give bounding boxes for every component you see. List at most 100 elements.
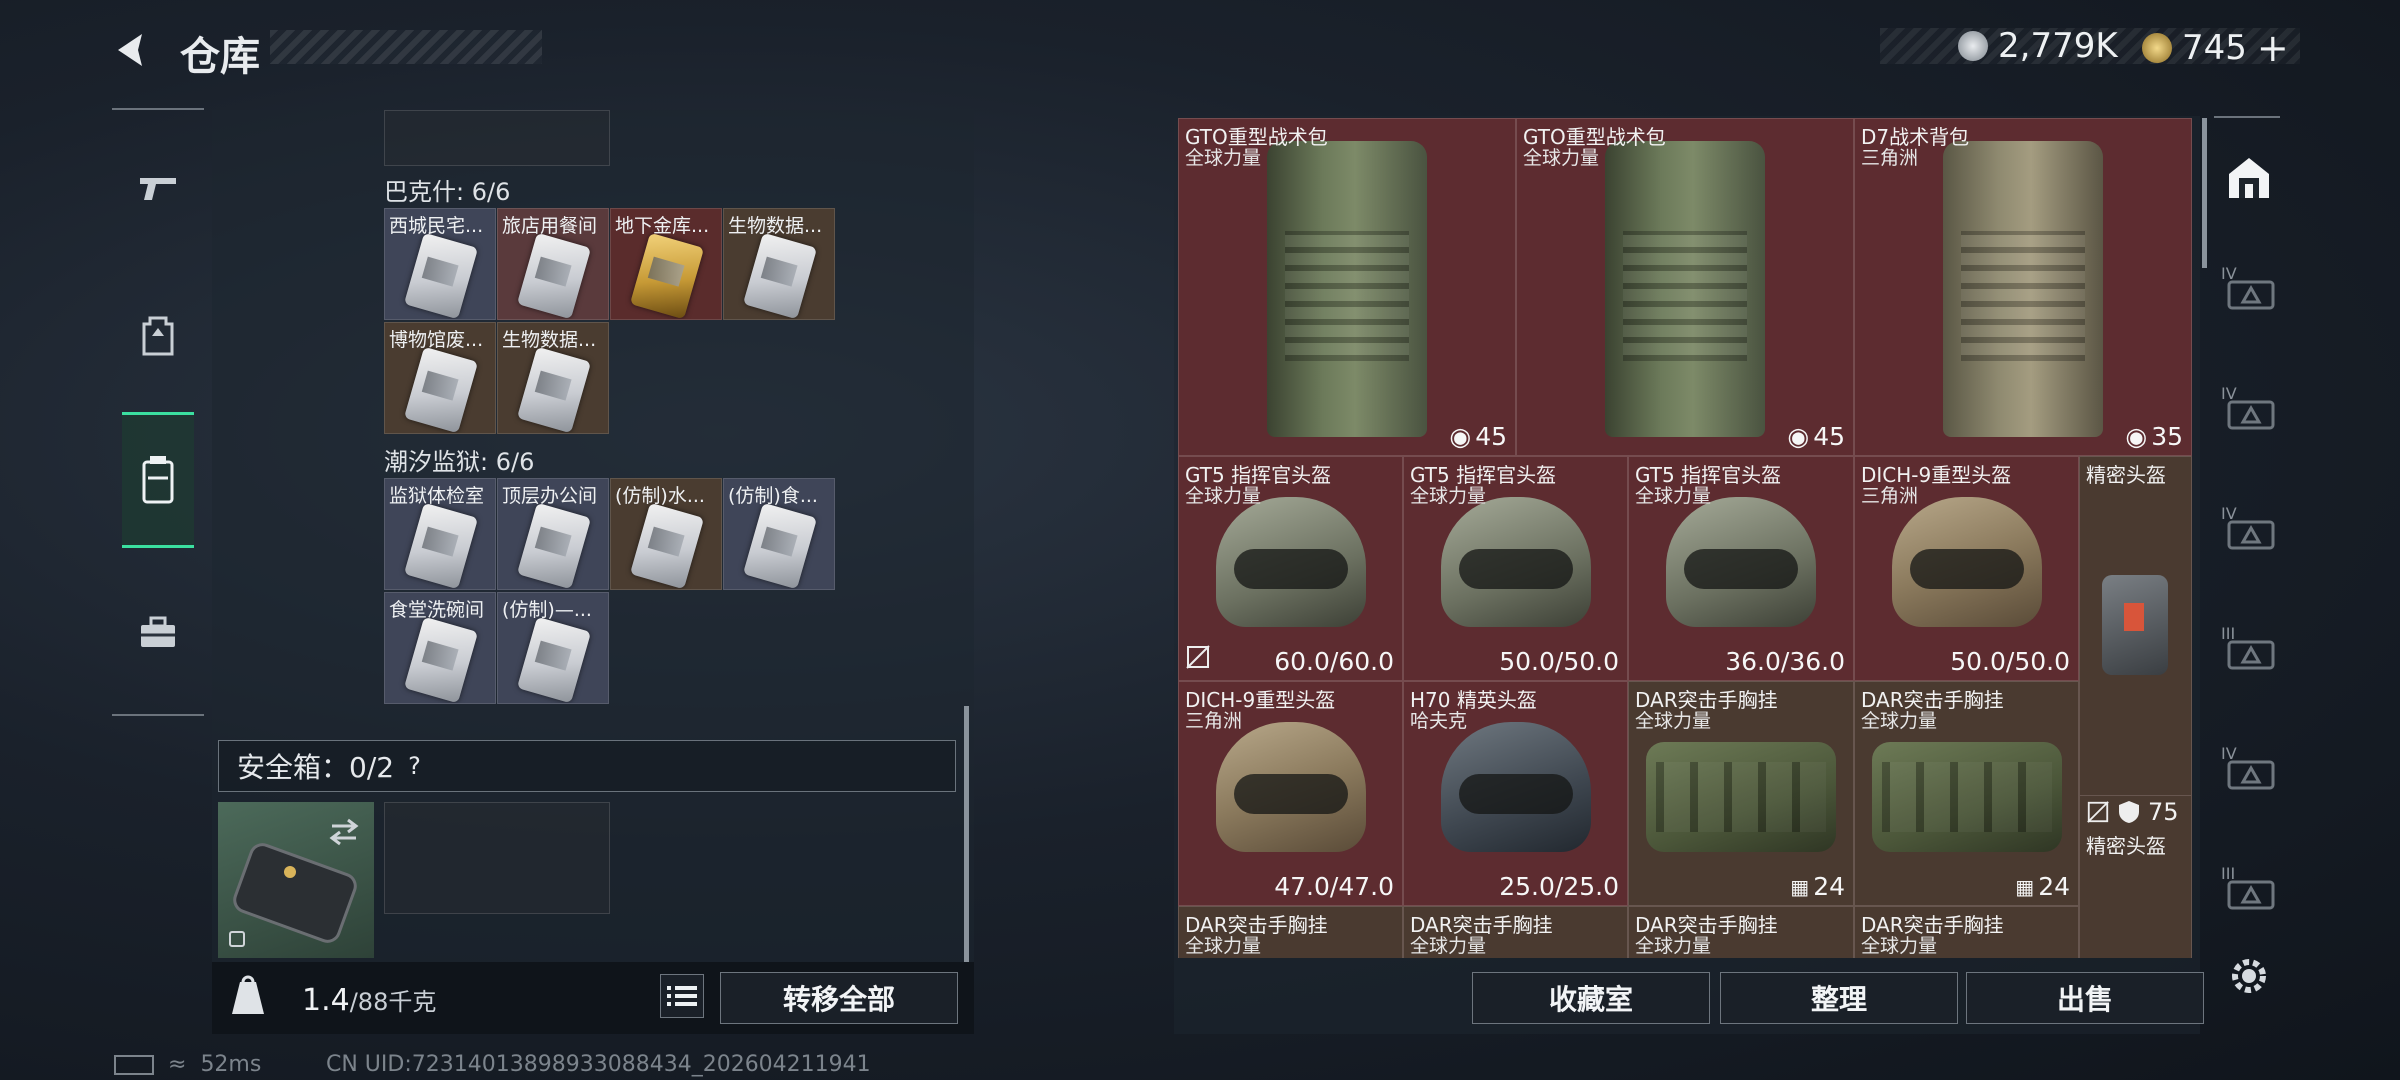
page-title: 仓库 bbox=[180, 34, 260, 80]
container-item[interactable]: 生物数据... bbox=[497, 322, 609, 434]
back-button[interactable] bbox=[110, 28, 154, 72]
silver-coin-icon bbox=[1958, 31, 1988, 61]
item-faction: 哈夫克 bbox=[1410, 710, 1468, 732]
container-tab-icon: IV bbox=[2221, 744, 2277, 792]
capacity-number: 24 bbox=[1813, 872, 1845, 901]
group-label: 巴克什: 6/6 bbox=[384, 178, 511, 206]
helmet-image bbox=[1215, 497, 1366, 627]
rail-tools-button[interactable] bbox=[122, 588, 194, 676]
item-faction: 全球力量 bbox=[1635, 485, 1712, 507]
container-item[interactable]: 顶层办公间 bbox=[497, 478, 609, 590]
uid-text: CN UID:72314013898933088434_202604211941 bbox=[326, 1052, 871, 1077]
item-cell-chest-rig[interactable]: DAR突击手胸挂 全球力量 bbox=[1403, 906, 1628, 958]
keycard-image bbox=[403, 346, 479, 433]
item-cell-chest-rig[interactable]: DAR突击手胸挂 全球力量 ▦ 24 bbox=[1628, 681, 1854, 906]
left-scrollbar[interactable] bbox=[964, 706, 969, 962]
item-name: (仿制)水... bbox=[615, 485, 705, 507]
collection-room-button[interactable]: 收藏室 bbox=[1472, 972, 1710, 1024]
container-item[interactable]: 食堂洗碗间 bbox=[384, 592, 496, 704]
item-group: 监狱体检室 顶层办公间 (仿制)水... (仿制)食... 食堂洗碗间 (仿制)—... bbox=[384, 478, 836, 706]
item-image bbox=[2102, 575, 2168, 675]
item-grid: GTO重型战术包 全球力量 ◉ 45 GTO重型战术包 全球力量 ◉ 45 D7战术… bbox=[1178, 118, 2192, 958]
item-cell-tall[interactable]: 75 精密头盔 bbox=[2079, 796, 2192, 958]
durability-value: 50.0/50.0 bbox=[1499, 647, 1619, 676]
capacity-value: ◉ 35 bbox=[2125, 422, 2183, 451]
empty-slot[interactable] bbox=[384, 802, 610, 914]
help-icon[interactable]: ? bbox=[408, 752, 421, 780]
item-cell-helmet[interactable]: GT5 指挥官头盔 全球力量 36.0/36.0 bbox=[1628, 456, 1854, 681]
container-item[interactable]: (仿制)食... bbox=[723, 478, 835, 590]
item-cell-tall[interactable]: 精密头盔 bbox=[2079, 456, 2192, 796]
gold-coin-icon bbox=[2142, 33, 2172, 63]
gold-currency[interactable]: 745 + bbox=[2142, 26, 2289, 70]
item-cell-helmet[interactable]: H70 精英头盔 哈夫克 25.0/25.0 bbox=[1403, 681, 1628, 906]
battery-icon bbox=[114, 1054, 154, 1075]
bag-capacity-icon: ◉ bbox=[2125, 422, 2148, 451]
container-tab[interactable]: IV bbox=[2214, 238, 2284, 338]
stash-home-icon bbox=[2229, 158, 2269, 198]
helmet-image bbox=[1666, 497, 1816, 627]
stash-home-button[interactable] bbox=[2214, 128, 2284, 228]
item-name: (仿制)食... bbox=[728, 485, 818, 507]
weight-max: /88千克 bbox=[349, 988, 437, 1016]
ping-value: 52ms bbox=[200, 1052, 262, 1077]
safebox-case[interactable] bbox=[218, 802, 374, 958]
item-name: 博物馆废... bbox=[389, 329, 484, 351]
armor-value: 75 bbox=[2086, 798, 2179, 826]
gold-value: 745 bbox=[2182, 28, 2247, 68]
container-item[interactable]: 旅店用餐间 bbox=[497, 208, 609, 320]
container-item[interactable]: 监狱体检室 bbox=[384, 478, 496, 590]
container-item[interactable]: (仿制)水... bbox=[610, 478, 722, 590]
item-cell-backpack[interactable]: GTO重型战术包 全球力量 ◉ 45 bbox=[1178, 118, 1516, 456]
item-name: 西城民宅... bbox=[389, 215, 484, 237]
item-cell-helmet[interactable]: DICH-9重型头盔 三角洲 50.0/50.0 bbox=[1854, 456, 2079, 681]
backpack-icon bbox=[142, 316, 174, 356]
keycard-image bbox=[516, 616, 592, 703]
rail-storage-button[interactable] bbox=[122, 412, 194, 548]
item-faction: 全球力量 bbox=[1635, 710, 1712, 732]
safe-case-icon bbox=[229, 818, 359, 947]
container-item[interactable]: 西城民宅... bbox=[384, 208, 496, 320]
container-tab-icon: IV bbox=[2221, 504, 2277, 552]
container-item[interactable]: 地下金库... bbox=[610, 208, 722, 320]
silver-currency[interactable]: 2,779K bbox=[1958, 26, 2118, 66]
rail-divider bbox=[2214, 116, 2280, 118]
container-tab-icon: III bbox=[2221, 624, 2277, 672]
backpack-image bbox=[1605, 141, 1765, 437]
item-cell-chest-rig[interactable]: DAR突击手胸挂 全球力量 bbox=[1628, 906, 1854, 958]
container-tab[interactable]: III bbox=[2214, 598, 2284, 698]
capacity-value: ◉ 45 bbox=[1449, 422, 1507, 451]
item-cell-backpack[interactable]: GTO重型战术包 全球力量 ◉ 45 bbox=[1516, 118, 1854, 456]
settings-button[interactable] bbox=[2214, 928, 2284, 1024]
item-cell-chest-rig[interactable]: DAR突击手胸挂 全球力量 bbox=[1854, 906, 2079, 958]
no-repair-icon bbox=[2087, 801, 2109, 823]
item-cell-helmet[interactable]: GT5 指挥官头盔 全球力量 60.0/60.0 bbox=[1178, 456, 1403, 681]
weight-current: 1.4 bbox=[302, 983, 350, 1018]
item-cell-helmet[interactable]: GT5 指挥官头盔 全球力量 50.0/50.0 bbox=[1403, 456, 1628, 681]
rail-gear-button[interactable] bbox=[122, 292, 194, 380]
sell-button[interactable]: 出售 bbox=[1966, 972, 2204, 1024]
right-scrollbar[interactable] bbox=[2202, 118, 2207, 268]
item-cell-backpack[interactable]: D7战术背包 三角洲 ◉ 35 bbox=[1854, 118, 2192, 456]
gold-plus-button[interactable]: + bbox=[2257, 26, 2289, 70]
sort-button[interactable]: 整理 bbox=[1720, 972, 1958, 1024]
container-item[interactable]: (仿制)—... bbox=[497, 592, 609, 704]
rail-weapons-button[interactable] bbox=[122, 144, 194, 232]
rig-capacity-icon: ▦ bbox=[2015, 874, 2035, 899]
item-cell-chest-rig[interactable]: DAR突击手胸挂 全球力量 bbox=[1178, 906, 1403, 958]
container-item[interactable]: 生物数据... bbox=[723, 208, 835, 320]
container-tab[interactable]: IV bbox=[2214, 478, 2284, 578]
item-cell-helmet[interactable]: DICH-9重型头盔 三角洲 47.0/47.0 bbox=[1178, 681, 1403, 906]
container-item[interactable]: 博物馆废... bbox=[384, 322, 496, 434]
list-view-button[interactable] bbox=[660, 974, 704, 1018]
item-name: 顶层办公间 bbox=[502, 485, 598, 507]
empty-slot[interactable] bbox=[384, 110, 610, 166]
container-tab[interactable]: IV bbox=[2214, 358, 2284, 458]
container-tab[interactable]: III bbox=[2214, 838, 2284, 938]
container-tab[interactable]: IV bbox=[2214, 718, 2284, 818]
transfer-all-button[interactable]: 转移全部 bbox=[720, 972, 958, 1024]
item-faction: 全球力量 bbox=[1861, 710, 1938, 732]
item-name: 监狱体检室 bbox=[389, 485, 485, 507]
item-cell-chest-rig[interactable]: DAR突击手胸挂 全球力量 ▦ 24 bbox=[1854, 681, 2079, 906]
item-name: 旅店用餐间 bbox=[502, 215, 598, 237]
